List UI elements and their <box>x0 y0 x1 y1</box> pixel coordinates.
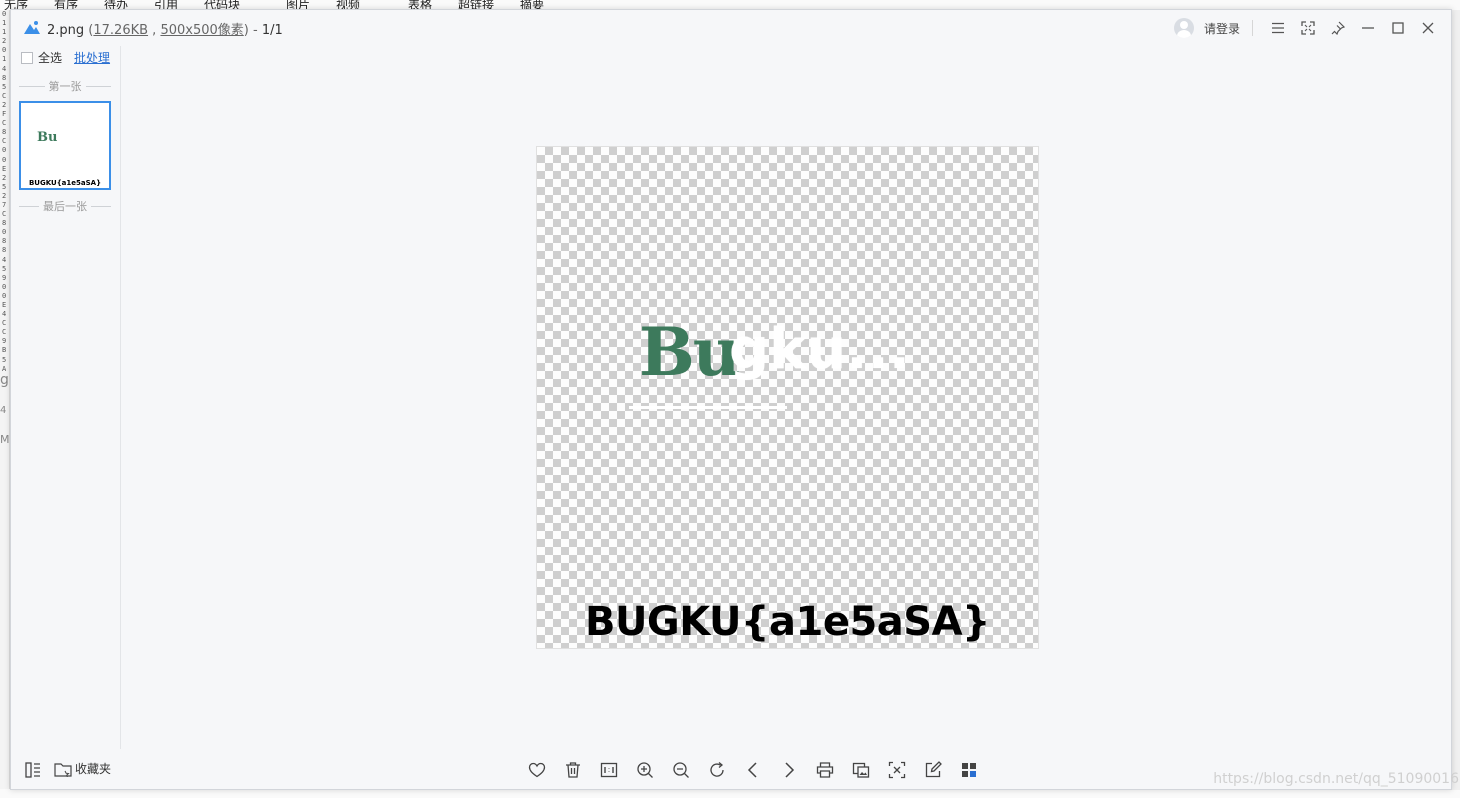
image-counter: 1/1 <box>261 23 283 38</box>
zoom-in-icon <box>637 762 653 778</box>
app-logo-icon <box>24 21 40 34</box>
edit-icon <box>925 761 942 778</box>
zoom-out-icon <box>673 762 689 778</box>
minimize-button[interactable] <box>1353 17 1383 39</box>
convert-format-button[interactable] <box>843 759 879 781</box>
maximize-button[interactable] <box>1383 17 1413 39</box>
edit-button[interactable] <box>915 759 951 781</box>
actual-size-button[interactable] <box>591 759 627 781</box>
minimize-icon <box>1362 27 1374 29</box>
fullscreen-button[interactable] <box>1293 17 1323 39</box>
title-divider <box>1252 20 1253 36</box>
previous-button[interactable] <box>735 759 771 781</box>
thumbnail-item[interactable]: Bu BUGKU{a1e5aSA} <box>19 101 111 190</box>
actual-size-icon <box>600 762 618 778</box>
checkbox-box[interactable] <box>21 51 33 64</box>
file-size-link[interactable]: 17.26KB <box>93 23 148 38</box>
rotate-icon <box>710 762 724 777</box>
image-flag-text: BUGKU{a1e5aSA} <box>584 599 991 645</box>
pin-button[interactable] <box>1323 17 1353 39</box>
zoom-out-button[interactable] <box>663 759 699 781</box>
batch-process-link[interactable]: 批处理 <box>74 49 110 66</box>
gutter-digits: 0 1 1 2 0 1 4 8 5 C 2 F C 8 C 0 0 E 2 5 … <box>2 10 7 373</box>
hamburger-icon <box>1272 22 1284 34</box>
image-logo-white-text: gku... <box>729 317 911 382</box>
first-image-label: 第一张 <box>48 80 82 93</box>
select-all-label: 全选 <box>38 51 63 65</box>
trash-icon <box>566 762 580 778</box>
user-avatar-icon[interactable] <box>1173 18 1194 38</box>
image-logo-underline <box>629 406 787 409</box>
zoom-in-button[interactable] <box>627 759 663 781</box>
more-apps-button[interactable] <box>951 759 987 781</box>
title-bar: 2.png (17.26KB , 500x500像素) - 1/1 请登录 <box>11 10 1451 46</box>
gutter-fragment: g <box>0 372 9 388</box>
rotate-button[interactable] <box>699 759 735 781</box>
convert-image-icon <box>852 762 870 778</box>
background-editor-gutter: 0 1 1 2 0 1 4 8 5 C 2 F C 8 C 0 0 E 2 5 … <box>0 10 10 798</box>
favorites-button[interactable]: 收藏夹 <box>54 760 111 777</box>
select-all-checkbox[interactable]: 全选 <box>21 49 62 66</box>
chevron-left-icon <box>747 762 757 778</box>
image-logo-green-text: Bu <box>639 313 741 391</box>
apps-grid-icon <box>962 763 976 777</box>
last-image-divider: 最后一张 <box>19 198 111 214</box>
dimensions-link[interactable]: 500x500像素 <box>160 23 243 38</box>
pin-icon <box>1331 21 1345 35</box>
next-button[interactable] <box>771 759 807 781</box>
window-title: 2.png (17.26KB , 500x500像素) - 1/1 <box>47 23 283 38</box>
print-button[interactable] <box>807 759 843 781</box>
heart-icon <box>528 762 546 778</box>
thumbnail-caption: BUGKU{a1e5aSA} <box>28 179 102 187</box>
image-viewer-window: 2.png (17.26KB , 500x500像素) - 1/1 请登录 全选… <box>10 9 1459 790</box>
gutter-fragment: MI <box>0 433 10 446</box>
toggle-sidebar-icon[interactable] <box>24 761 42 779</box>
watermark-text: https://blog.csdn.net/qq_51090016 <box>1213 771 1459 787</box>
printer-icon <box>816 762 834 778</box>
image-tools <box>519 759 987 781</box>
folder-icon <box>54 762 72 777</box>
bottom-toolbar: 收藏夹 https://blog.csdn.net/qq_51090016 <box>11 750 1459 790</box>
favorites-label: 收藏夹 <box>75 762 112 776</box>
title-bar-controls: 请登录 <box>1173 17 1443 39</box>
thumbnail-sidebar: 全选 批处理 第一张 Bu BUGKU{a1e5aSA} 最后一张 <box>11 46 121 749</box>
menu-button[interactable] <box>1263 17 1293 39</box>
login-link[interactable]: 请登录 <box>1204 20 1240 37</box>
close-icon <box>1422 22 1434 34</box>
last-image-label: 最后一张 <box>43 200 87 213</box>
text-recognition-icon <box>888 761 906 779</box>
close-button[interactable] <box>1413 17 1443 39</box>
ocr-button[interactable] <box>879 759 915 781</box>
displayed-image[interactable]: Bu gku... BUGKU{a1e5aSA} <box>536 146 1039 649</box>
title-file-name: 2.png <box>47 23 85 38</box>
gutter-fragment: 4 <box>0 405 7 416</box>
chevron-right-icon <box>785 762 795 778</box>
thumbnail-logo: Bu <box>37 130 58 145</box>
background-editor-edge <box>1452 10 1460 790</box>
first-image-divider: 第一张 <box>19 78 111 94</box>
like-button[interactable] <box>519 759 555 781</box>
delete-button[interactable] <box>555 759 591 781</box>
background-editor-statusbar <box>0 789 1460 798</box>
maximize-icon <box>1392 22 1404 34</box>
fullscreen-icon <box>1301 21 1315 35</box>
